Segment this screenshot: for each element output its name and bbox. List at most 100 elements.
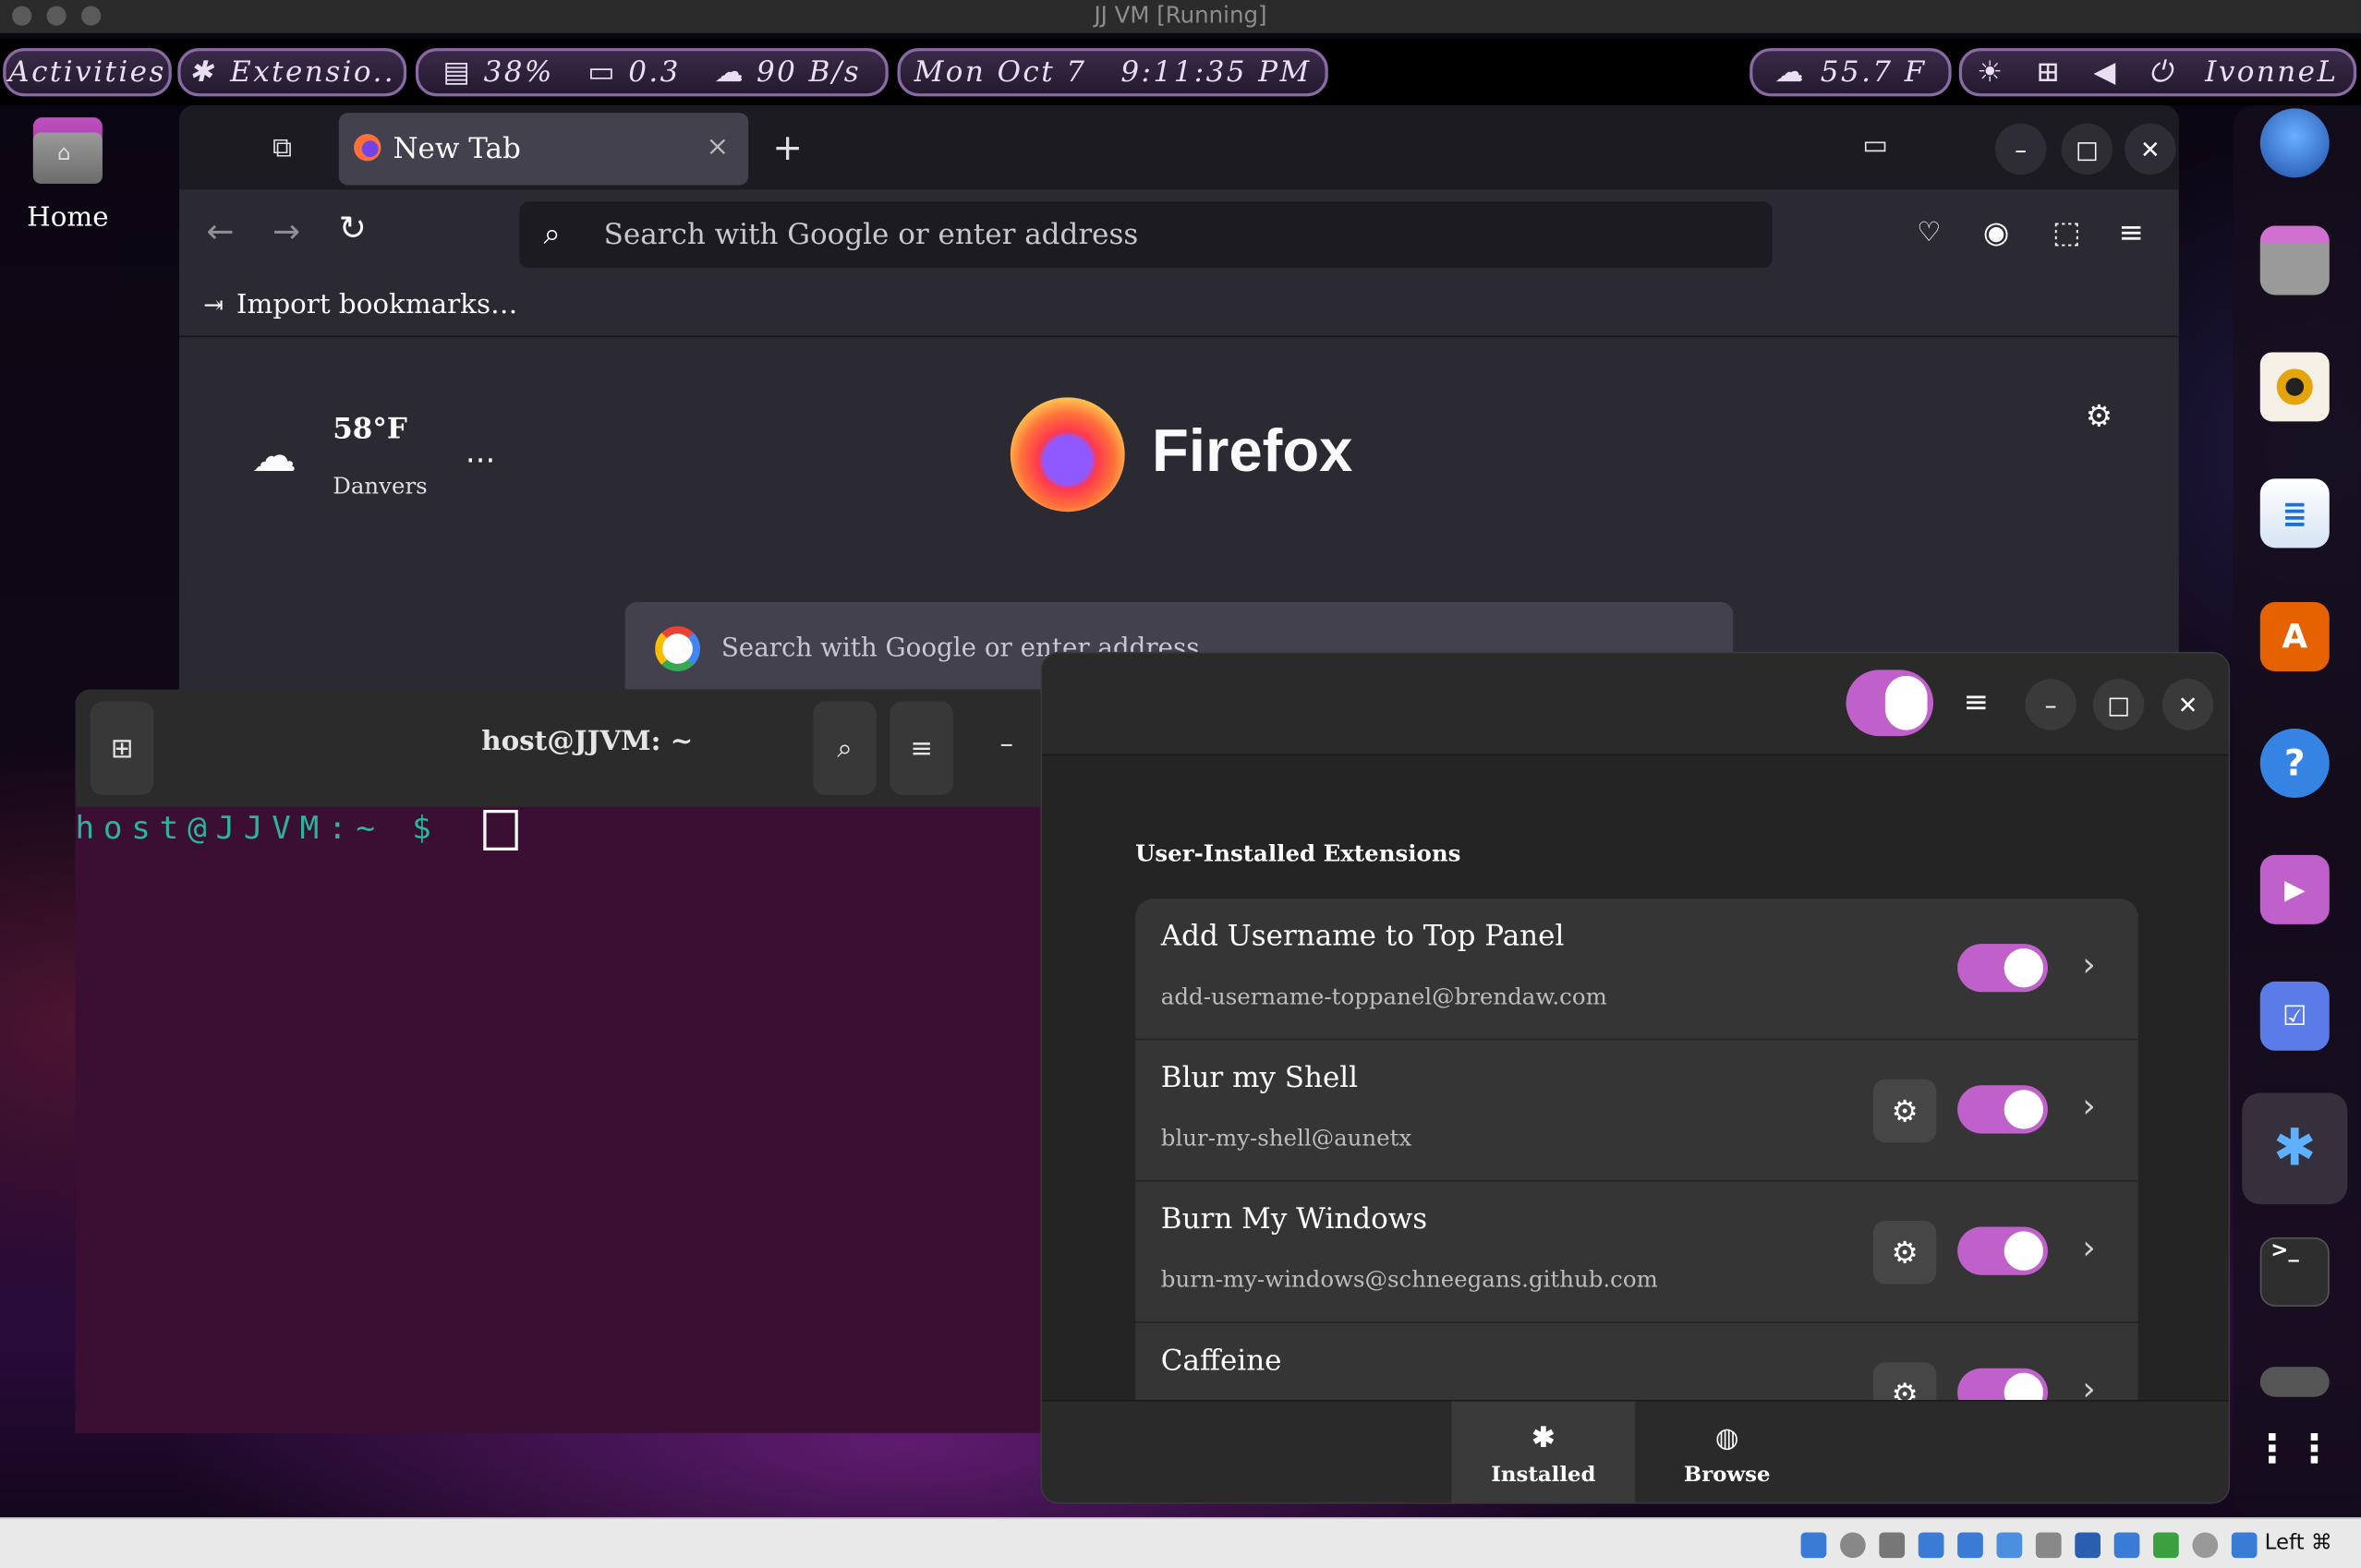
search-button[interactable]: ⌕ — [813, 701, 877, 795]
extension-uuid: blur-my-shell@aunetx — [1160, 1124, 1412, 1152]
terminal-window: ⊞ host@JJVM: ~ ⌕ ≡ – host@JJVM:~ $ — [75, 689, 1070, 1433]
mouse-integration-icon[interactable] — [2192, 1532, 2219, 1559]
pocket-icon[interactable]: ♡ — [1917, 217, 1941, 248]
puzzle-icon: ✱ — [188, 55, 215, 90]
usb-icon[interactable] — [1996, 1532, 2023, 1559]
tab-browse[interactable]: ◍ Browse — [1635, 1402, 1819, 1502]
weather-button[interactable]: ☁ 55.7 F — [1750, 48, 1952, 97]
weather-more-icon[interactable]: … — [466, 433, 496, 469]
chevron-right-icon[interactable]: › — [2082, 1089, 2095, 1127]
window-controls[interactable] — [12, 6, 102, 26]
extension-row-burn-my-windows[interactable]: Burn My Windows burn-my-windows@schneega… — [1135, 1181, 2138, 1323]
vm-titlebar: JJ VM [Running] — [0, 0, 2361, 33]
settings-gear-icon[interactable]: ⚙ — [2086, 397, 2113, 433]
home-label: Home — [27, 201, 109, 234]
cpu-activity-icon[interactable] — [2153, 1532, 2179, 1559]
drive-icon[interactable] — [2259, 1367, 2330, 1397]
tasks-icon[interactable]: ☑ — [2259, 981, 2330, 1051]
enable-toggle[interactable] — [1957, 1085, 2048, 1134]
floppy-icon[interactable] — [1879, 1532, 1906, 1559]
minimize-icon[interactable]: – — [999, 729, 1013, 760]
minimize-button[interactable]: – — [1994, 123, 2047, 175]
import-bookmarks-link[interactable]: Import bookmarks… — [236, 289, 517, 320]
network-speed: 90 B/s — [757, 55, 862, 90]
enable-toggle[interactable] — [1957, 1226, 2048, 1275]
chevron-right-icon[interactable]: › — [2082, 947, 2095, 984]
menu-button[interactable]: ≡ — [890, 701, 953, 795]
tab-installed[interactable]: ✱ Installed — [1451, 1401, 1636, 1502]
files-icon[interactable] — [2259, 225, 2330, 296]
hamburger-icon[interactable]: ≡ — [1964, 683, 1989, 719]
tab-installed-label: Installed — [1491, 1462, 1596, 1487]
extensions-menu[interactable]: ✱ Extensio.. — [177, 48, 407, 97]
system-menu[interactable]: ☀ ⊞ ◀ ⏻ IvonneL — [1958, 48, 2357, 97]
close-window-button[interactable]: ✕ — [2125, 123, 2176, 175]
writer-icon[interactable]: ≣ — [2259, 478, 2330, 549]
minimize-dot[interactable] — [46, 6, 67, 26]
enable-toggle[interactable] — [1957, 944, 2048, 993]
window-list-icon[interactable]: ▭ — [1862, 129, 1888, 161]
vbox-status-bar: Left ⌘ — [0, 1517, 2361, 1568]
maximize-button[interactable]: □ — [2092, 679, 2145, 730]
terminal-icon[interactable]: >_ — [2259, 1236, 2330, 1307]
close-dot[interactable] — [12, 6, 32, 26]
show-apps-icon[interactable]: ⋮⋮ — [2253, 1415, 2334, 1484]
new-tab-button[interactable]: ⊞ — [90, 701, 154, 795]
help-icon[interactable]: ? — [2259, 728, 2330, 798]
globe-icon: ◍ — [1714, 1421, 1739, 1453]
chevron-right-icon[interactable]: › — [2082, 1371, 2095, 1402]
top-panel: Activities ✱ Extensio.. ▤ 38% ▭ 0.3 ☁ 90 … — [0, 39, 2361, 106]
extension-manager-window: ≡ – □ ✕ User-Installed Extensions Add Us… — [1040, 651, 2231, 1504]
activities-label: Activities — [8, 55, 166, 90]
account-icon[interactable]: ◉ — [1983, 213, 2009, 249]
tab-overview-icon[interactable]: ⧉ — [272, 132, 292, 163]
chevron-right-icon[interactable]: › — [2082, 1230, 2095, 1268]
network-adapter-icon[interactable] — [1957, 1532, 1983, 1559]
close-tab-icon[interactable]: × — [707, 131, 730, 163]
thunderbird-icon[interactable] — [2259, 108, 2330, 178]
new-tab-button[interactable]: + — [772, 127, 803, 169]
terminal-body[interactable] — [75, 806, 1070, 1433]
search-icon: ⌕ — [543, 215, 561, 252]
upload-icon: ☁ — [714, 55, 745, 90]
reload-icon[interactable]: ↻ — [339, 211, 367, 248]
display-icon[interactable] — [2075, 1532, 2101, 1559]
keyboard-capture-icon[interactable] — [2231, 1532, 2258, 1559]
activities-button[interactable]: Activities — [3, 48, 172, 97]
extension-name: Caffeine — [1160, 1344, 1282, 1378]
rhythmbox-icon[interactable] — [2259, 352, 2330, 422]
settings-gear-icon[interactable]: ⚙ — [1872, 1221, 1937, 1285]
optical-icon[interactable] — [1839, 1532, 1866, 1559]
zoom-dot[interactable] — [81, 6, 102, 26]
extensions-icon[interactable]: ⬚ — [2052, 213, 2081, 249]
videos-icon[interactable]: ▶ — [2259, 854, 2330, 924]
close-button[interactable]: ✕ — [2161, 679, 2214, 730]
extension-row-blur-my-shell[interactable]: Blur my Shell blur-my-shell@aunetx ⚙ › — [1135, 1040, 2138, 1182]
settings-gear-icon[interactable]: ⚙ — [1872, 1079, 1937, 1143]
shell-prompt: host@JJVM:~ $ — [75, 809, 441, 847]
extension-row-caffeine[interactable]: Caffeine ⚙ › — [1135, 1322, 2138, 1402]
back-icon[interactable]: ← — [206, 213, 234, 251]
extensions-label: Extensio.. — [230, 55, 396, 90]
extension-uuid: burn-my-windows@schneegans.github.com — [1160, 1265, 1658, 1294]
home-folder-icon[interactable]: ⌂ — [32, 117, 103, 184]
system-monitor[interactable]: ▤ 38% ▭ 0.3 ☁ 90 B/s — [415, 48, 889, 97]
forward-icon[interactable]: → — [272, 213, 300, 251]
settings-gear-icon[interactable]: ⚙ — [1872, 1362, 1937, 1402]
minimize-button[interactable]: – — [2025, 679, 2076, 730]
extension-row-add-username[interactable]: Add Username to Top Panel add-username-t… — [1135, 899, 2138, 1041]
maximize-button[interactable]: □ — [2061, 123, 2113, 175]
clock-button[interactable]: Mon Oct 7 9:11:35 PM — [897, 48, 1328, 97]
harddisk-icon[interactable] — [1800, 1532, 1827, 1559]
url-bar[interactable]: ⌕ Search with Google or enter address — [519, 201, 1773, 269]
tab-new-tab[interactable]: New Tab × — [338, 113, 749, 186]
menu-icon[interactable]: ≡ — [2119, 213, 2144, 249]
host-key: Left ⌘ — [2264, 1530, 2332, 1555]
enable-toggle[interactable] — [1957, 1368, 2048, 1402]
global-extensions-toggle[interactable] — [1846, 669, 1934, 737]
software-icon[interactable]: A — [2259, 602, 2330, 672]
audio-icon[interactable] — [1918, 1532, 1944, 1559]
shared-folders-icon[interactable] — [2035, 1532, 2062, 1559]
recording-icon[interactable] — [2113, 1532, 2140, 1559]
extensions-app-icon[interactable]: ✱ — [2242, 1092, 2348, 1205]
